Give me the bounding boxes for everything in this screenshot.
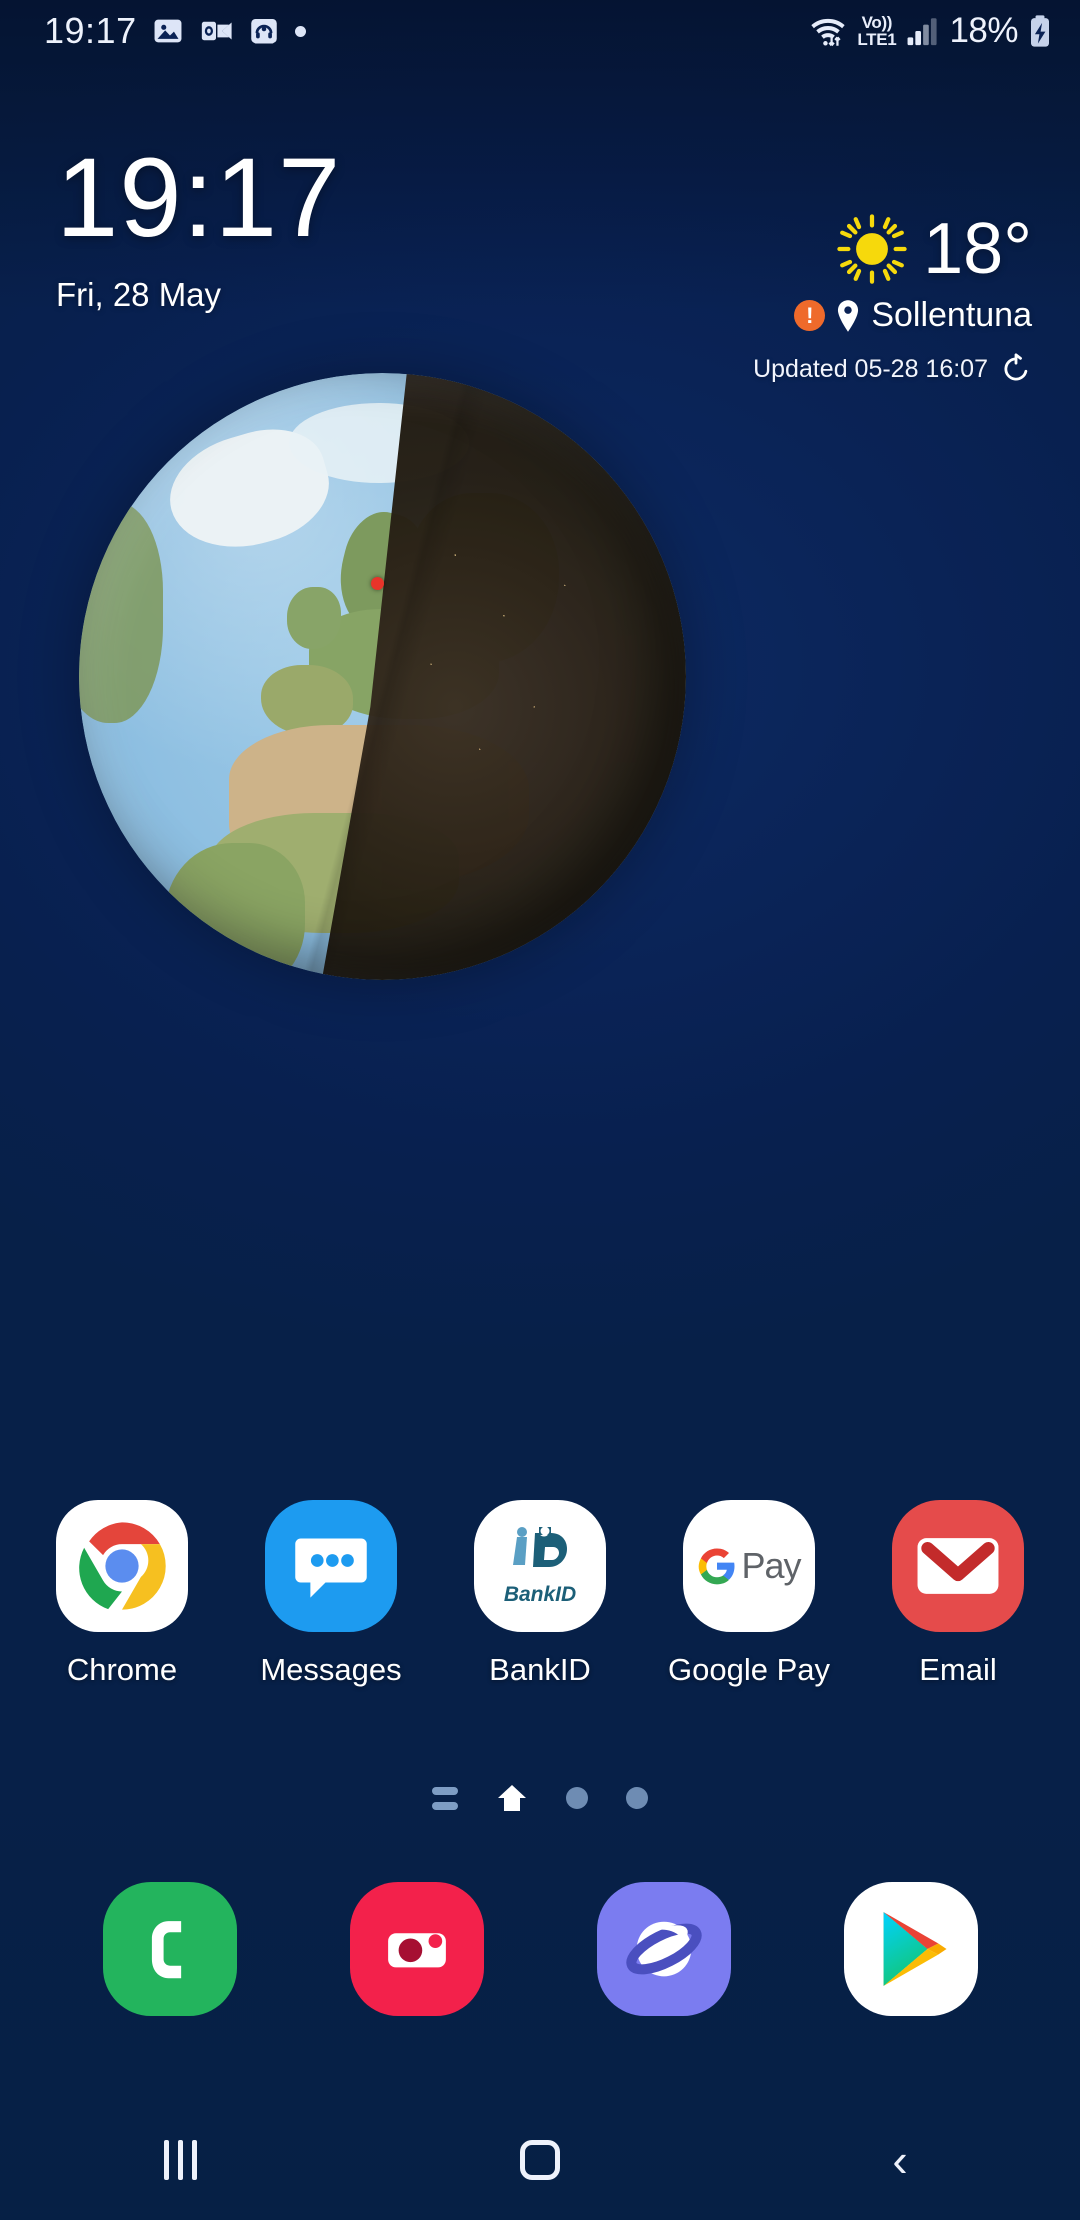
refresh-icon[interactable] bbox=[1000, 353, 1032, 385]
chrome-icon[interactable] bbox=[56, 1500, 188, 1632]
status-bar-left: 19:17 bbox=[44, 10, 306, 52]
clock-widget-time: 19:17 bbox=[56, 135, 342, 260]
app-email[interactable]: Email bbox=[868, 1500, 1048, 1688]
camera-icon[interactable] bbox=[349, 1882, 484, 2016]
current-location-marker bbox=[371, 577, 384, 590]
weather-main-row: 18° bbox=[753, 212, 1032, 286]
headphones-icon bbox=[250, 18, 277, 44]
back-button[interactable]: ‹ bbox=[835, 2100, 965, 2220]
google-pay-icon[interactable]: Pay bbox=[683, 1500, 815, 1632]
home-button[interactable] bbox=[475, 2100, 605, 2220]
dock bbox=[0, 1882, 1080, 2016]
messages-icon[interactable] bbox=[265, 1500, 397, 1632]
volte-tech-label: LTE1 bbox=[857, 30, 897, 49]
navigation-bar[interactable]: ‹ bbox=[0, 2100, 1080, 2220]
home-icon bbox=[520, 2140, 560, 2180]
globe-shading bbox=[79, 373, 686, 980]
outlook-icon bbox=[201, 21, 232, 41]
phone-icon[interactable] bbox=[102, 1882, 237, 2016]
battery-percent-label: 18% bbox=[949, 11, 1018, 50]
weather-location-row: ! Sollentuna bbox=[753, 296, 1032, 335]
app-label: Google Pay bbox=[668, 1652, 830, 1687]
page-indicator-dot[interactable] bbox=[566, 1787, 588, 1809]
signal-bars-icon bbox=[907, 18, 938, 46]
battery-charging-icon bbox=[1031, 15, 1049, 47]
back-icon: ‹ bbox=[892, 2134, 908, 2186]
app-grid-row: Chrome Messages BankID BankID Pay Google… bbox=[0, 1500, 1080, 1688]
page-indicator-home-icon[interactable] bbox=[496, 1783, 528, 1813]
status-bar-right: Vo)) LTE1 18% bbox=[808, 11, 1054, 51]
app-google-pay[interactable]: Pay Google Pay bbox=[659, 1500, 839, 1688]
weather-city: Sollentuna bbox=[871, 296, 1032, 334]
bankid-logo-text: BankID bbox=[503, 1583, 577, 1606]
recents-button[interactable] bbox=[115, 2100, 245, 2220]
google-pay-logo-text: Pay bbox=[741, 1545, 801, 1586]
status-bar[interactable]: 19:17 Vo)) LTE1 18% bbox=[0, 0, 1080, 62]
status-bar-clock: 19:17 bbox=[44, 10, 137, 51]
location-pin-icon bbox=[838, 299, 859, 332]
app-label: Messages bbox=[260, 1652, 402, 1687]
email-icon[interactable] bbox=[892, 1500, 1024, 1632]
internet-icon[interactable] bbox=[596, 1882, 731, 2016]
weather-temperature: 18° bbox=[923, 209, 1032, 289]
weather-updated-label: Updated 05-28 16:07 bbox=[753, 354, 988, 383]
wifi-icon bbox=[811, 18, 845, 47]
bankid-icon[interactable]: BankID bbox=[474, 1500, 606, 1632]
warning-icon[interactable]: ! bbox=[794, 300, 826, 331]
app-label: BankID bbox=[489, 1652, 591, 1687]
play-store-icon[interactable] bbox=[843, 1882, 978, 2016]
dot-indicator-icon bbox=[294, 25, 306, 37]
sun-icon bbox=[837, 214, 907, 284]
page-indicator-dot[interactable] bbox=[626, 1787, 648, 1809]
earth-day-night-widget[interactable] bbox=[79, 373, 686, 980]
weather-widget[interactable]: 18° ! Sollentuna Updated 05-28 16:07 bbox=[753, 212, 1032, 385]
clock-widget-date: Fri, 28 May bbox=[56, 276, 222, 313]
page-indicator[interactable] bbox=[0, 1783, 1080, 1813]
page-indicator-app-list-icon[interactable] bbox=[432, 1786, 458, 1810]
app-messages[interactable]: Messages bbox=[241, 1500, 421, 1688]
gallery-icon bbox=[154, 19, 182, 43]
app-label: Chrome bbox=[66, 1652, 178, 1687]
recents-icon bbox=[163, 2140, 197, 2180]
clock-widget[interactable]: 19:17 Fri, 28 May bbox=[56, 142, 341, 314]
app-label: Email bbox=[919, 1652, 997, 1687]
volte-voice-label: Vo)) bbox=[861, 13, 893, 32]
app-chrome[interactable]: Chrome bbox=[32, 1500, 212, 1688]
volte-indicator: Vo)) LTE1 bbox=[857, 14, 896, 48]
app-bankid[interactable]: BankID BankID bbox=[450, 1500, 630, 1688]
weather-updated-row: Updated 05-28 16:07 bbox=[753, 353, 1032, 385]
